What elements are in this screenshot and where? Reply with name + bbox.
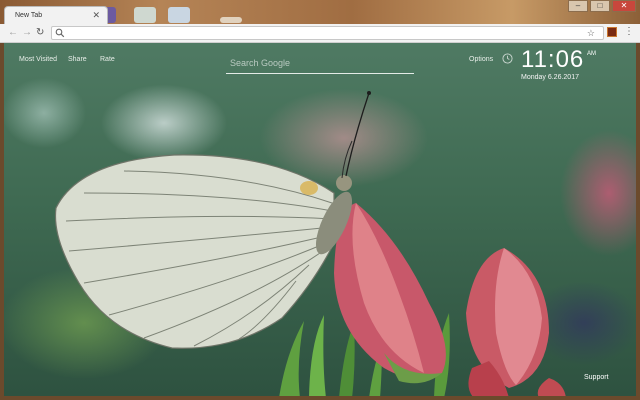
- search-box: [226, 53, 414, 74]
- address-bar[interactable]: ☆: [51, 26, 604, 40]
- search-icon: [55, 28, 65, 38]
- extension-icon[interactable]: [607, 27, 617, 37]
- minimize-button[interactable]: –: [568, 0, 588, 12]
- options-link[interactable]: Options: [469, 56, 493, 63]
- back-button[interactable]: ←: [8, 26, 18, 40]
- background-tab-icons: [90, 3, 260, 23]
- maximize-button[interactable]: □: [590, 0, 610, 12]
- butterfly-background-image: [54, 91, 566, 396]
- clock-icon: [502, 53, 513, 64]
- support-link[interactable]: Support: [584, 374, 609, 381]
- clock-date: Monday 6.26.2017: [521, 74, 579, 81]
- rate-link[interactable]: Rate: [100, 56, 115, 63]
- tab-close-icon[interactable]: ✕: [92, 10, 100, 20]
- browser-toolbar: ← → ↻ ☆ ⋮: [0, 24, 640, 43]
- share-link[interactable]: Share: [68, 56, 87, 63]
- forward-button[interactable]: →: [22, 26, 32, 40]
- background-tab-icon: [134, 7, 156, 23]
- background-tab-icon: [220, 17, 242, 23]
- tab-title: New Tab: [15, 12, 43, 19]
- bookmark-star-icon[interactable]: ☆: [587, 27, 595, 39]
- clock-time: 11:06: [521, 46, 585, 73]
- new-tab-page: Most Visited Share Rate Options 11:06 AM…: [4, 43, 636, 396]
- window-close-button[interactable]: ✕: [612, 0, 636, 12]
- clock-ampm: AM: [587, 51, 596, 57]
- background-tab-icon: [168, 7, 190, 23]
- menu-icon[interactable]: ⋮: [624, 26, 634, 38]
- reload-button[interactable]: ↻: [36, 26, 44, 40]
- search-input[interactable]: [230, 55, 410, 71]
- most-visited-link[interactable]: Most Visited: [19, 56, 57, 63]
- tab-strip: New Tab ✕ – □ ✕: [0, 0, 640, 26]
- tab-new-tab[interactable]: New Tab ✕: [4, 6, 108, 26]
